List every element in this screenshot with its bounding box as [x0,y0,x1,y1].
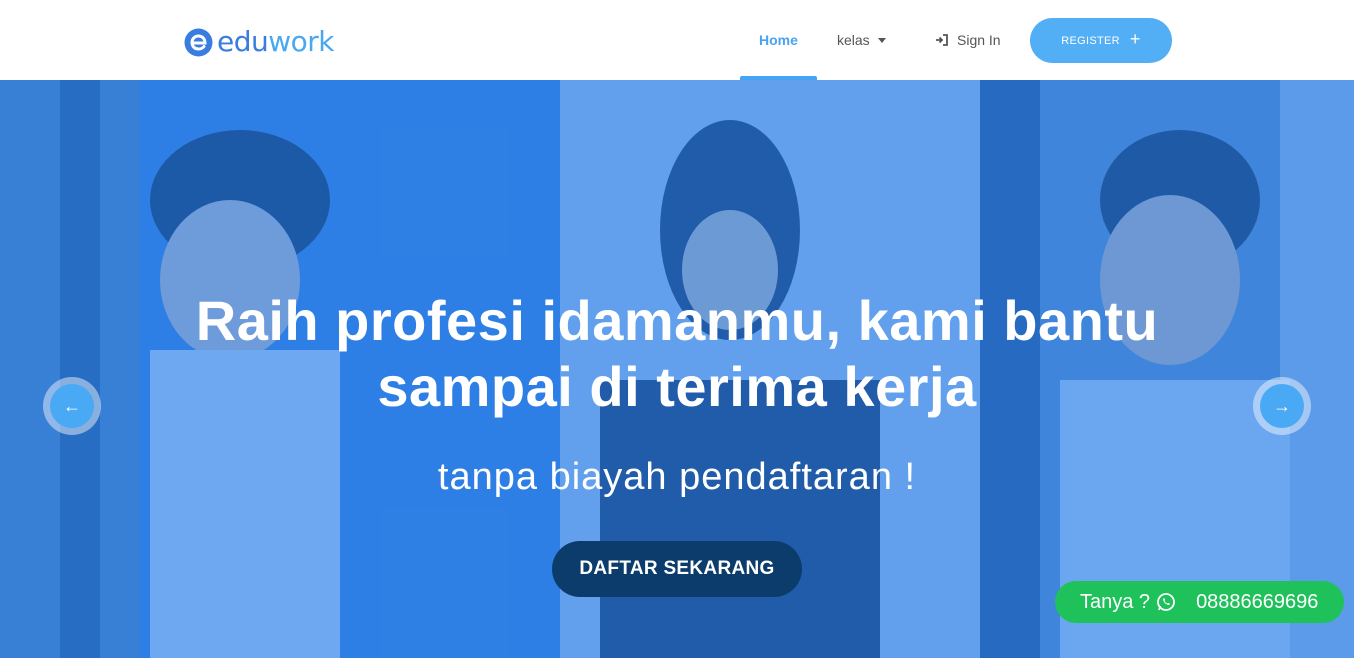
register-button-label: REGISTER [1061,34,1120,47]
brand-logo[interactable]: eduwork [184,25,335,58]
navbar: eduwork Home kelas Sign In REGISTER + [0,0,1354,80]
brand-name: eduwork [217,25,335,58]
plus-icon: + [1129,29,1141,49]
register-button[interactable]: REGISTER + [1030,18,1172,63]
whatsapp-icon [1157,593,1175,611]
eduwork-logo-icon [184,28,213,56]
sign-in-icon [936,34,948,46]
daftar-sekarang-button[interactable]: DAFTAR SEKARANG [552,541,802,597]
arrow-right-icon: → [1260,384,1304,428]
whatsapp-contact-button[interactable]: Tanya ? 08886669696 [1055,581,1344,623]
hero-headline-line-2: sampai di terima kerja [377,355,977,418]
carousel-prev-button[interactable]: ← [43,377,101,435]
caret-down-icon [877,37,886,43]
whatsapp-phone: 08886669696 [1196,590,1319,613]
nav-home-link[interactable]: Home [759,31,798,49]
nav-signin-label: Sign In [957,32,1001,48]
whatsapp-label: Tanya ? [1080,590,1151,613]
hero-carousel: Raih profesi idamanmu, kami bantu sampai… [0,80,1354,658]
carousel-next-button[interactable]: → [1253,377,1311,435]
nav-signin-link[interactable]: Sign In [935,31,1001,49]
nav-kelas-dropdown[interactable]: kelas [837,31,886,49]
arrow-left-icon: ← [50,384,94,428]
hero-headline: Raih profesi idamanmu, kami bantu sampai… [0,288,1354,420]
nav-kelas-label: kelas [837,32,870,48]
hero-headline-line-1: Raih profesi idamanmu, kami bantu [195,289,1159,352]
hero-subline: tanpa biayah pendaftaran ! [437,456,917,498]
